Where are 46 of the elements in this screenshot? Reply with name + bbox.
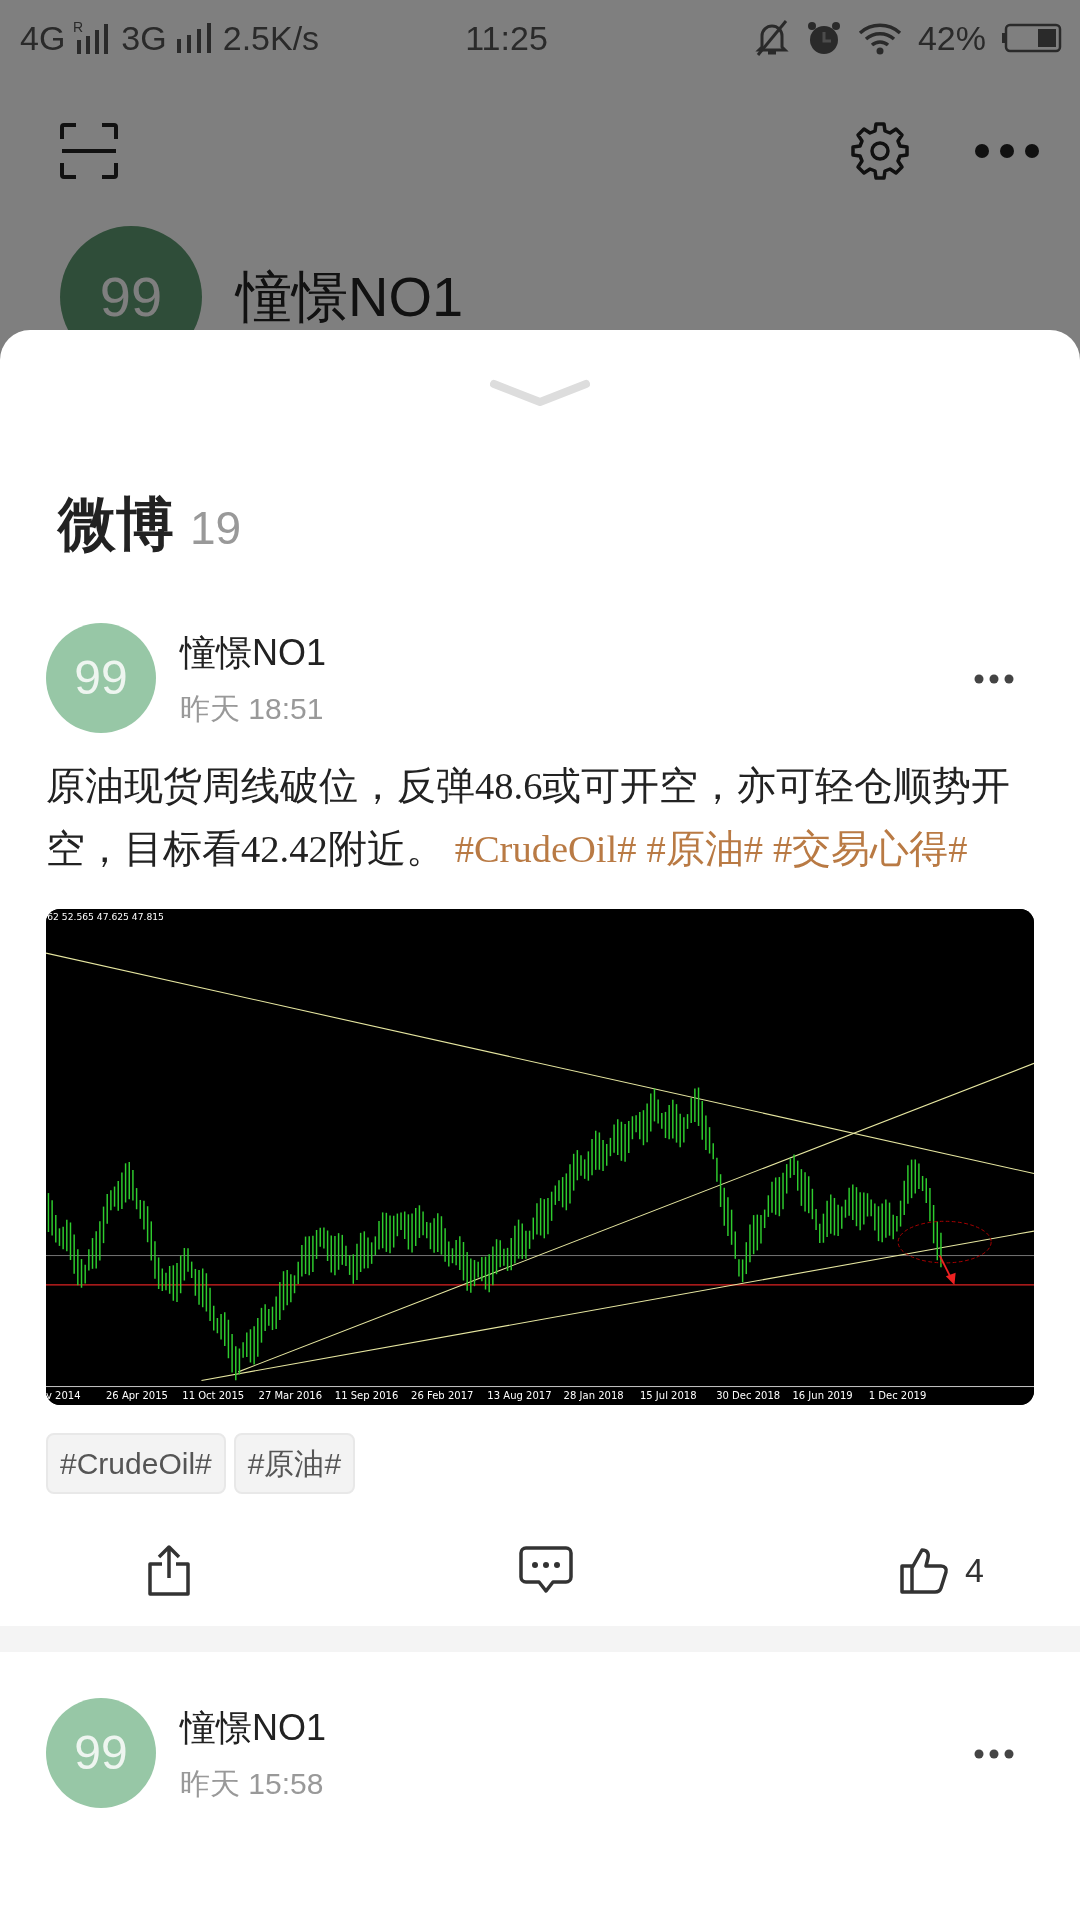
arrow-icon bbox=[938, 1254, 956, 1285]
axis-label: 15 Jul 2018 bbox=[639, 1389, 697, 1401]
bell-muted-icon bbox=[753, 19, 790, 57]
topic-link[interactable]: #CrudeOil# bbox=[454, 828, 637, 870]
axis-label: 1 Dec 2019 bbox=[868, 1389, 927, 1401]
alarm-icon bbox=[805, 20, 842, 56]
axis-label: 27 Mar 2016 bbox=[258, 1389, 323, 1401]
axis-label: 26 Feb 2017 bbox=[411, 1389, 474, 1401]
post-time: 昨天 15:58 bbox=[180, 1765, 325, 1802]
avatar: 99 bbox=[46, 1698, 156, 1808]
axis-label: 26 Apr 2015 bbox=[106, 1389, 168, 1401]
comment-icon[interactable] bbox=[517, 1545, 574, 1595]
post-time: 昨天 18:51 bbox=[180, 690, 325, 727]
avatar: 99 bbox=[46, 623, 156, 733]
post-text: 原油现货周线破位，反弹48.6或可开空，亦可轻仓顺势开空，目标看42.42附近。 #CrudeOil# #原油# #交易心得# bbox=[46, 764, 1012, 872]
wifi-icon bbox=[857, 21, 902, 55]
axis-label: 13 Aug 2017 bbox=[487, 1389, 552, 1401]
topic-link[interactable]: #交易心得# bbox=[772, 828, 968, 870]
axis-label: 30 Dec 2018 bbox=[716, 1389, 781, 1401]
network-label: 4G bbox=[20, 17, 66, 59]
author-name: 憧憬NO1 bbox=[180, 1705, 328, 1750]
share-icon[interactable] bbox=[146, 1544, 192, 1596]
network-speed: 2.5K/s bbox=[222, 17, 320, 59]
author-name: 憧憬NO1 bbox=[180, 630, 328, 675]
post-count: 19 bbox=[190, 501, 242, 556]
more-icon[interactable] bbox=[974, 1748, 1014, 1759]
profile-name: 憧憬NO1 bbox=[236, 264, 464, 330]
like-button[interactable]: 4 bbox=[899, 1544, 984, 1596]
more-icon[interactable] bbox=[974, 673, 1014, 684]
axis-label: 16 Jun 2019 bbox=[792, 1389, 853, 1401]
scan-icon[interactable] bbox=[60, 123, 118, 179]
axis-label: v 2014 bbox=[46, 1389, 81, 1401]
network-label: 3G bbox=[121, 17, 167, 59]
topic-link[interactable]: #原油# bbox=[646, 828, 763, 870]
axis-label: 11 Sep 2016 bbox=[334, 1389, 399, 1401]
settings-icon[interactable] bbox=[850, 121, 910, 181]
chart-header: 62 52.565 47.625 47.815 bbox=[47, 911, 164, 923]
section-title: 微博 bbox=[58, 490, 174, 558]
topic-tag[interactable]: #原油# bbox=[233, 1433, 356, 1494]
clock-time: 11:25 bbox=[465, 17, 548, 59]
topic-tag[interactable]: #CrudeOil# bbox=[46, 1433, 226, 1494]
battery-icon bbox=[1002, 23, 1062, 53]
axis-label: 28 Jan 2018 bbox=[563, 1389, 624, 1401]
axis-label: 11 Oct 2015 bbox=[182, 1389, 245, 1401]
more-icon[interactable] bbox=[974, 143, 1040, 159]
battery-percent: 42% bbox=[917, 17, 986, 59]
